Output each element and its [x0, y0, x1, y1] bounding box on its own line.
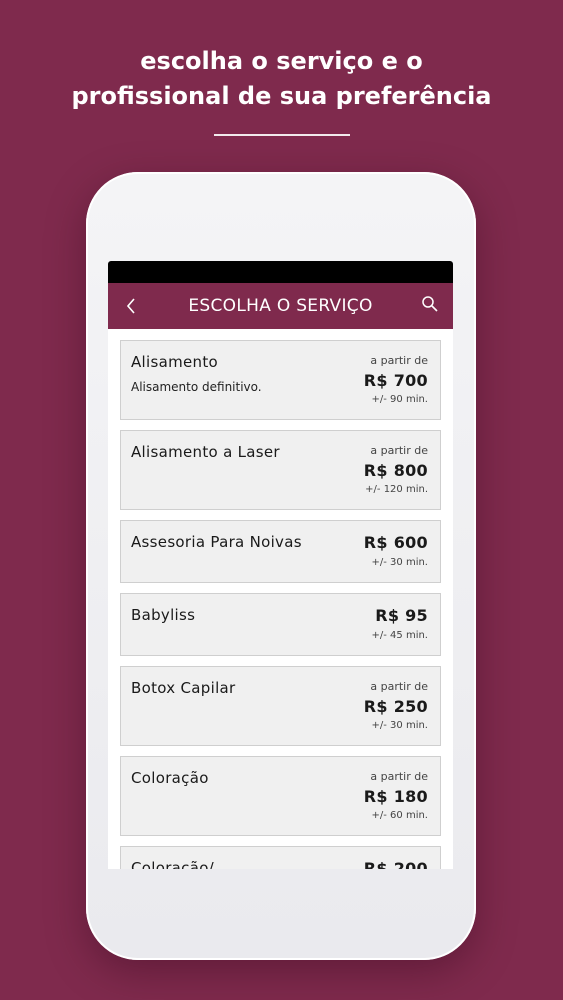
service-price: R$ 700 — [363, 371, 428, 390]
headline: escolha o serviço e o profissional de su… — [0, 44, 563, 114]
status-bar — [108, 261, 453, 283]
service-item-coloracao[interactable]: Coloração a partir de R$ 180 +/- 60 min. — [120, 756, 441, 836]
service-list: Alisamento Alisamento definitivo. a part… — [108, 329, 453, 869]
service-duration: +/- 30 min. — [371, 720, 428, 731]
service-item-alisamento-a-laser[interactable]: Alisamento a Laser a partir de R$ 800 +/… — [120, 430, 441, 510]
service-name: Assesoria Para Noivas — [131, 533, 302, 551]
service-price: R$ 95 — [375, 606, 428, 625]
phone-screen: ESCOLHA O SERVIÇO Alisamento Alisamento … — [108, 261, 453, 869]
price-prefix: a partir de — [370, 444, 428, 457]
service-name: Alisamento — [131, 353, 219, 371]
service-price: R$ 250 — [363, 697, 428, 716]
service-name: Alisamento a Laser — [131, 443, 280, 461]
chevron-left-icon[interactable] — [122, 295, 140, 317]
service-description: Alisamento definitivo. — [131, 380, 262, 394]
service-item-alisamento[interactable]: Alisamento Alisamento definitivo. a part… — [120, 340, 441, 420]
service-name: Coloração/ — [131, 859, 215, 869]
search-icon[interactable] — [421, 295, 439, 313]
price-prefix: a partir de — [370, 354, 428, 367]
service-price: R$ 800 — [363, 461, 428, 480]
service-duration: +/- 45 min. — [371, 630, 428, 641]
service-item-botox-capilar[interactable]: Botox Capilar a partir de R$ 250 +/- 30 … — [120, 666, 441, 746]
service-duration: +/- 120 min. — [365, 484, 428, 495]
service-name: Botox Capilar — [131, 679, 236, 697]
headline-divider — [214, 134, 350, 136]
service-name: Coloração — [131, 769, 209, 787]
price-prefix: a partir de — [370, 770, 428, 783]
service-item-assesoria-para-noivas[interactable]: Assesoria Para Noivas R$ 600 +/- 30 min. — [120, 520, 441, 583]
service-item-coloracao-partial[interactable]: Coloração/ R$ 200 — [120, 846, 441, 869]
service-price: R$ 600 — [363, 533, 428, 552]
page-title: ESCOLHA O SERVIÇO — [188, 296, 373, 316]
headline-line-2: profissional de sua preferência — [71, 82, 492, 110]
service-duration: +/- 60 min. — [371, 810, 428, 821]
service-price: R$ 180 — [363, 787, 428, 806]
service-duration: +/- 90 min. — [371, 394, 428, 405]
service-item-babyliss[interactable]: Babyliss R$ 95 +/- 45 min. — [120, 593, 441, 656]
service-price: R$ 200 — [363, 859, 428, 869]
service-name: Babyliss — [131, 606, 196, 624]
headline-line-1: escolha o serviço e o — [140, 47, 423, 75]
price-prefix: a partir de — [370, 680, 428, 693]
app-bar: ESCOLHA O SERVIÇO — [108, 283, 453, 329]
service-duration: +/- 30 min. — [371, 557, 428, 568]
